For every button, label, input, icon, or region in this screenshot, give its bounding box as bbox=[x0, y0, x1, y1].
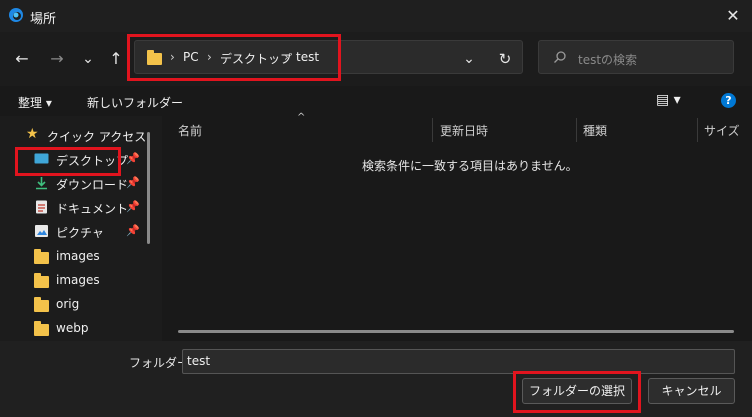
folder-icon bbox=[147, 50, 162, 65]
refresh-icon[interactable]: ↻ bbox=[494, 48, 516, 70]
organize-menu-button[interactable]: 整理 ▾ bbox=[18, 94, 52, 111]
sidebar-item-label: ピクチャ bbox=[56, 226, 104, 240]
breadcrumb-test[interactable]: test bbox=[296, 50, 319, 64]
column-divider[interactable] bbox=[576, 118, 577, 142]
folder-icon bbox=[34, 321, 49, 336]
window-title: 場所 bbox=[30, 12, 57, 27]
title-bar bbox=[0, 0, 752, 32]
up-arrow-icon[interactable]: ↑ bbox=[105, 48, 127, 70]
breadcrumb-sep-icon: › bbox=[284, 50, 289, 64]
address-dropdown-chevron-icon[interactable]: ⌄ bbox=[458, 48, 480, 70]
sidebar-item-label: orig bbox=[56, 297, 80, 311]
column-header-name[interactable]: 名前 bbox=[178, 122, 202, 139]
cancel-button[interactable]: キャンセル bbox=[648, 378, 735, 404]
folder-icon bbox=[34, 273, 49, 288]
sidebar-item-images[interactable]: images bbox=[0, 245, 150, 269]
edge-app-icon bbox=[9, 8, 23, 22]
sidebar-item-label: webp bbox=[56, 321, 89, 335]
folder-name-input[interactable] bbox=[182, 349, 735, 374]
sidebar-item-pictures[interactable]: ピクチャ 📌 bbox=[0, 220, 150, 244]
back-arrow-icon[interactable]: ← bbox=[11, 48, 33, 70]
sidebar-scrollbar[interactable] bbox=[147, 132, 150, 244]
column-header-type[interactable]: 種類 bbox=[583, 122, 607, 139]
help-icon[interactable]: ? bbox=[721, 93, 736, 108]
sidebar-item-label: ダウンロード bbox=[56, 178, 129, 192]
pin-icon: 📌 bbox=[126, 152, 140, 165]
sidebar-item-downloads[interactable]: ダウンロード 📌 bbox=[0, 172, 150, 196]
breadcrumb-sep-icon: › bbox=[207, 50, 212, 64]
pin-icon: 📌 bbox=[126, 224, 140, 237]
sidebar-item-quick-access[interactable]: ★ クイック アクセス bbox=[0, 124, 150, 148]
sidebar-item-webp[interactable]: webp bbox=[0, 317, 150, 341]
column-divider[interactable] bbox=[432, 118, 433, 142]
sidebar-item-label: ドキュメント bbox=[56, 202, 129, 216]
star-icon: ★ bbox=[26, 126, 39, 142]
pin-icon: 📌 bbox=[126, 200, 140, 213]
sidebar-item-label: images bbox=[56, 273, 100, 287]
breadcrumb-desktop[interactable]: デスクトップ bbox=[220, 50, 292, 67]
search-icon bbox=[554, 51, 566, 63]
folder-name-value: test bbox=[187, 354, 211, 368]
forward-arrow-icon[interactable]: → bbox=[46, 48, 68, 70]
folder-icon bbox=[34, 297, 49, 312]
sidebar-item-orig[interactable]: orig bbox=[0, 293, 150, 317]
download-icon bbox=[34, 176, 49, 190]
close-icon[interactable]: ✕ bbox=[720, 4, 746, 28]
breadcrumb-sep-icon: › bbox=[170, 50, 175, 64]
view-options-button[interactable]: ▤ ▾ bbox=[656, 92, 681, 108]
highlight-box-select-folder bbox=[513, 371, 641, 413]
search-placeholder: testの検索 bbox=[578, 53, 638, 67]
sidebar-item-documents[interactable]: ドキュメント 📌 bbox=[0, 196, 150, 220]
column-header-size[interactable]: サイズ bbox=[704, 122, 740, 139]
sidebar-item-label: images bbox=[56, 249, 100, 263]
recent-locations-chevron-icon[interactable]: ⌄ bbox=[77, 48, 99, 70]
empty-folder-message: 検索条件に一致する項目はありません。 bbox=[362, 159, 578, 173]
new-folder-button[interactable]: 新しいフォルダー bbox=[87, 94, 183, 111]
sort-indicator-icon: ^ bbox=[297, 112, 306, 123]
sidebar-item-label: クイック アクセス bbox=[47, 130, 147, 144]
document-icon bbox=[34, 200, 49, 214]
file-list-horizontal-scrollbar[interactable] bbox=[178, 330, 734, 333]
pictures-icon bbox=[34, 224, 49, 238]
file-list-pane bbox=[162, 116, 752, 341]
column-header-modified[interactable]: 更新日時 bbox=[440, 122, 488, 139]
breadcrumb-pc[interactable]: PC bbox=[183, 50, 199, 64]
folder-icon bbox=[34, 249, 49, 264]
pin-icon: 📌 bbox=[126, 176, 140, 189]
column-divider[interactable] bbox=[697, 118, 698, 142]
sidebar-item-images[interactable]: images bbox=[0, 269, 150, 293]
